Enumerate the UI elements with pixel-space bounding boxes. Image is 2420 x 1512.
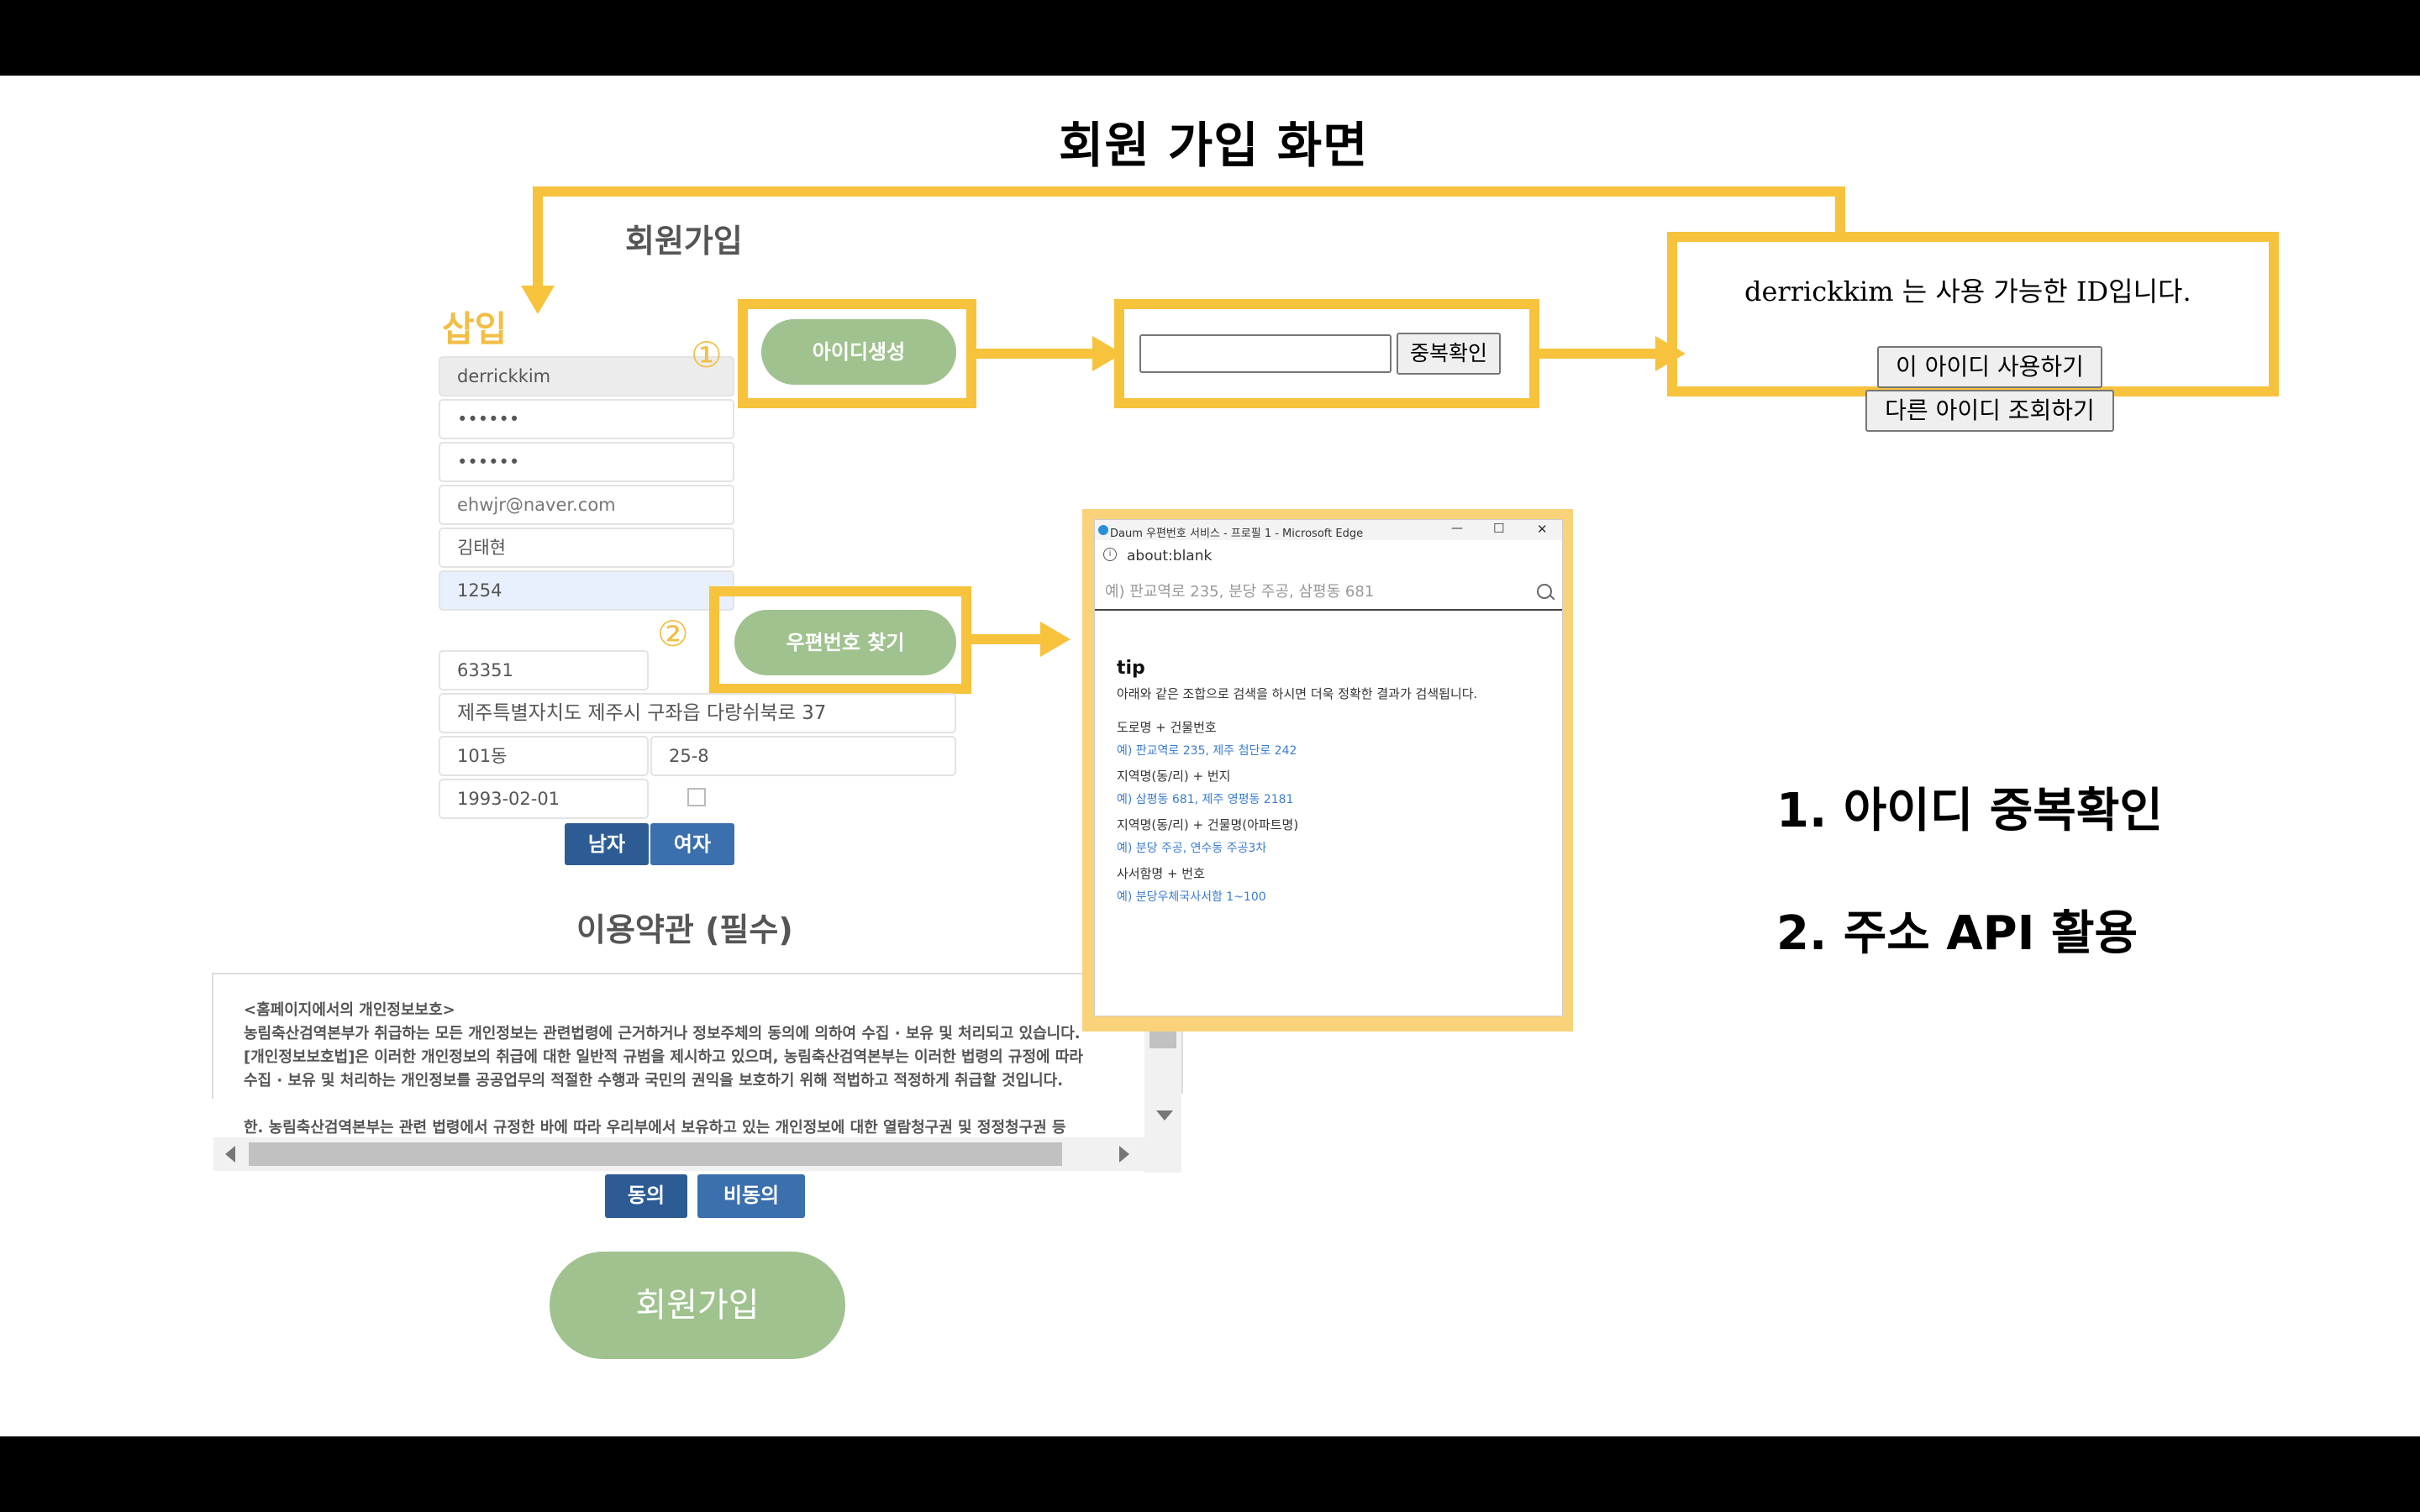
- arrow-2-line: [1539, 349, 1665, 359]
- arrow-3-line: [971, 634, 1049, 644]
- female-button[interactable]: 여자: [650, 823, 734, 865]
- slide: 회원 가입 화면 회원가입 삽입 derrickkim •••••• •••••…: [0, 76, 2420, 1436]
- slide-title: 회원 가입 화면: [1059, 117, 1369, 174]
- info-icon: i: [1103, 548, 1117, 561]
- note-dup-check: 1. 아이디 중복확인: [1776, 784, 2163, 838]
- terms-line: 수집 · 보유 및 처리하는 개인정보를 공공업무의 적절한 수행과 국민의 권…: [244, 1072, 1064, 1089]
- tip-description: 아래와 같은 조합으로 검색을 하시면 더욱 정확한 결과가 검색됩니다.: [1117, 686, 1478, 701]
- use-id-button[interactable]: 이 아이디 사용하기: [1877, 346, 2102, 388]
- terms-line: [개인정보보호법]은 이러한 개인정보의 취급에 대한 일반적 규범을 제시하고…: [244, 1048, 1083, 1066]
- arrow-right-icon: [1040, 622, 1071, 657]
- close-icon[interactable]: ✕: [1537, 522, 1548, 537]
- name-field[interactable]: 김태현: [439, 528, 734, 568]
- other-id-button[interactable]: 다른 아이디 조회하기: [1865, 390, 2114, 432]
- tip-example: 예) 삼평동 681, 제주 영평동 2181: [1117, 793, 1294, 806]
- birth-field[interactable]: 1993-02-01: [439, 779, 649, 819]
- popup-titlebar: Daum 우편번호 서비스 - 프로필 1 - Microsoft Edge —…: [1095, 520, 1562, 540]
- disagree-button[interactable]: 비동의: [697, 1174, 805, 1218]
- connector-line-left: [533, 186, 543, 294]
- address-detail1-field[interactable]: 101동: [439, 736, 649, 776]
- popup-window-title: Daum 우편번호 서비스 - 프로필 1 - Microsoft Edge: [1110, 528, 1364, 540]
- scroll-left-icon[interactable]: [225, 1146, 235, 1163]
- popup-addressbar: i about:blank: [1095, 540, 1562, 570]
- connector-line-top: [533, 186, 1845, 197]
- male-button[interactable]: 남자: [565, 823, 649, 865]
- note-address-api: 2. 주소 API 활용: [1776, 906, 2139, 961]
- agree-button[interactable]: 동의: [605, 1174, 687, 1218]
- scroll-down-icon[interactable]: [1156, 1110, 1173, 1121]
- edge-icon: [1098, 525, 1108, 535]
- password-field[interactable]: ••••••: [439, 399, 734, 439]
- tip-label: 지역명(동/리) + 번지: [1117, 769, 1231, 784]
- address-detail2-field[interactable]: 25-8: [650, 736, 956, 776]
- postcode-field[interactable]: 63351: [439, 650, 649, 690]
- step-1-mark: ①: [691, 334, 723, 375]
- tip-example: 예) 판교역로 235, 제주 첨단로 242: [1117, 744, 1297, 758]
- connector-line-right: [1835, 186, 1845, 234]
- maximize-icon[interactable]: ☐: [1493, 521, 1504, 536]
- tip-label: 도로명 + 건물번호: [1117, 720, 1217, 735]
- id-gen-button[interactable]: 아이디생성: [761, 319, 956, 385]
- terms-line: 농림축산검역본부가 취급하는 모든 개인정보는 관련법령에 근거하거나 정보주체…: [244, 1025, 1081, 1042]
- tip-example: 예) 분당 주공, 연수동 주공3차: [1117, 842, 1267, 855]
- arrow-down-icon: [521, 286, 555, 314]
- checkbox[interactable]: [687, 788, 706, 806]
- dup-check-input[interactable]: [1139, 334, 1392, 373]
- extra-field[interactable]: 1254: [439, 570, 734, 611]
- terms-line: 한. 농림축산검역본부는 관련 법령에서 규정한 바에 따라 우리부에서 보유하…: [244, 1119, 1066, 1137]
- step-2-mark: ②: [657, 613, 689, 654]
- arrow-1-line: [976, 349, 1102, 359]
- dup-check-button[interactable]: 중복확인: [1397, 333, 1501, 375]
- terms-line: <홈페이지에서의 개인정보보호>: [244, 1001, 455, 1019]
- tip-label: 사서함명 + 번호: [1117, 866, 1205, 881]
- tip-title: tip: [1117, 658, 1145, 679]
- tip-example: 예) 분당우체국사서함 1~100: [1117, 890, 1266, 904]
- terms-title: 이용약관 (필수): [576, 911, 793, 948]
- scroll-right-icon[interactable]: [1119, 1146, 1129, 1163]
- form-title: 회원가입: [625, 223, 743, 260]
- postcode-popup-window: Daum 우편번호 서비스 - 프로필 1 - Microsoft Edge —…: [1094, 519, 1563, 1016]
- tip-label: 지역명(동/리) + 건물명(아파트명): [1117, 817, 1299, 832]
- insert-label: 삽입: [442, 308, 508, 349]
- password-confirm-field[interactable]: ••••••: [439, 442, 734, 482]
- popup-search-input[interactable]: 예) 판교역로 235, 분당 주공, 삼평동 681: [1095, 574, 1562, 611]
- popup-url: about:blank: [1127, 548, 1213, 564]
- signup-submit-button[interactable]: 회원가입: [550, 1252, 845, 1359]
- minimize-icon[interactable]: —: [1451, 522, 1463, 535]
- dup-result-message: derrickkim 는 사용 가능한 ID입니다.: [1744, 276, 2191, 307]
- address-field[interactable]: 제주특별자치도 제주시 구좌읍 다랑쉬북로 37: [439, 693, 956, 733]
- zip-search-button[interactable]: 우편번호 찾기: [734, 610, 956, 675]
- terms-hscroll-thumb[interactable]: [249, 1142, 1062, 1166]
- email-field[interactable]: ehwjr@naver.com: [439, 485, 734, 525]
